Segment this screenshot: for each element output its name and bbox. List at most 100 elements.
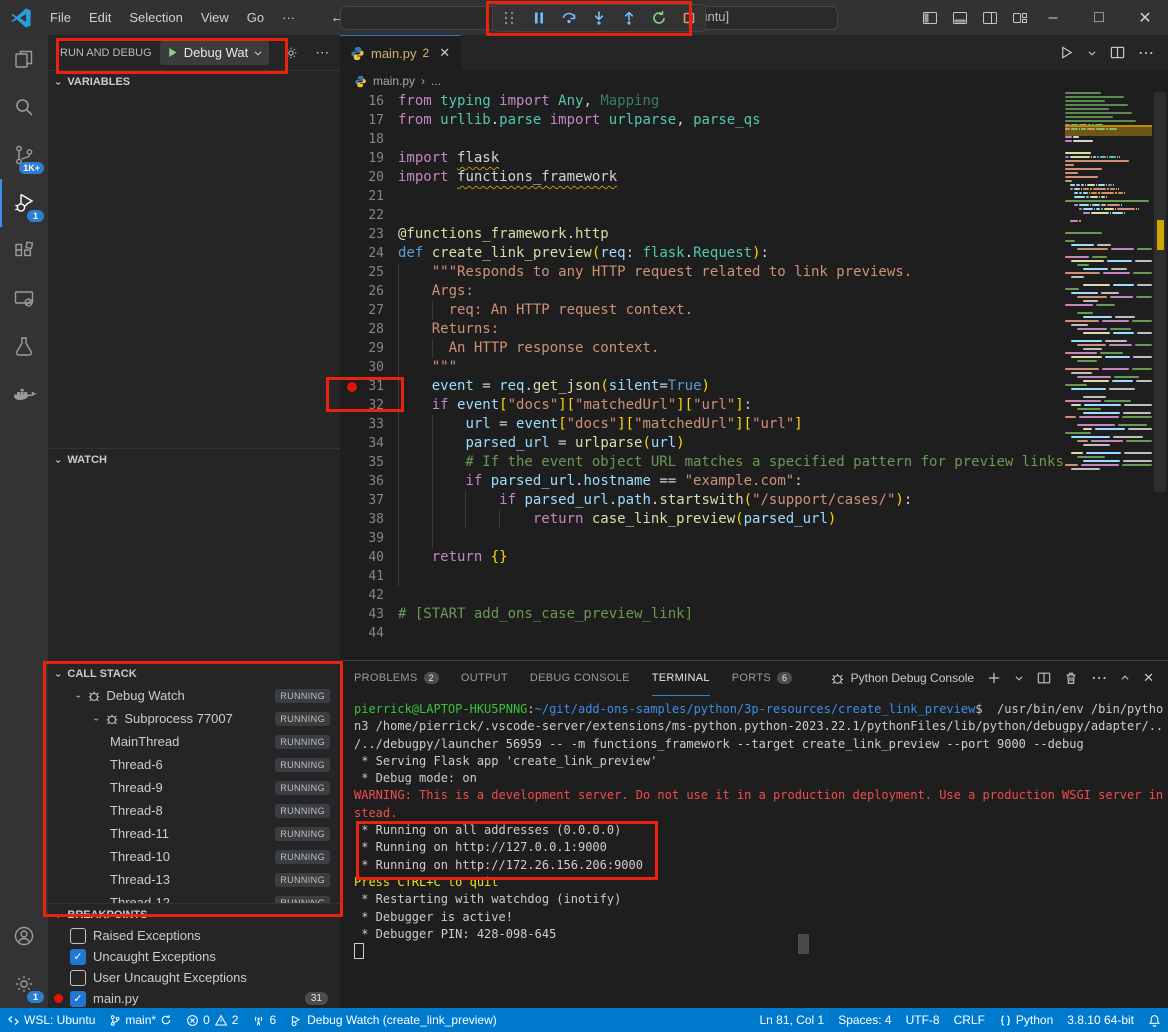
code-area[interactable]: 16from typing import Any, Mapping17from … xyxy=(340,92,1065,643)
gutter[interactable]: 44 xyxy=(340,624,398,643)
code-line[interactable]: 36 if parsed_url.hostname == "example.co… xyxy=(340,472,1065,491)
breadcrumb-file[interactable]: main.py xyxy=(373,74,415,88)
toggle-secondary-sidebar-icon[interactable] xyxy=(982,10,998,26)
code-line[interactable]: 31 event = req.get_json(silent=True) xyxy=(340,377,1065,396)
code-line[interactable]: 19import flask xyxy=(340,149,1065,168)
gutter[interactable]: 29 xyxy=(340,339,398,358)
callstack-row[interactable]: Thread-10RUNNING xyxy=(48,845,340,868)
code-line[interactable]: 42 xyxy=(340,586,1065,605)
new-terminal-icon[interactable] xyxy=(987,671,1001,685)
gutter[interactable]: 43 xyxy=(340,605,398,624)
code-line[interactable]: 16from typing import Any, Mapping xyxy=(340,92,1065,111)
sidebar-item-source-control[interactable]: 1K+ xyxy=(0,131,48,179)
callstack-row[interactable]: MainThreadRUNNING xyxy=(48,730,340,753)
code-line[interactable]: 22 xyxy=(340,206,1065,225)
menu-view[interactable]: View xyxy=(192,6,238,30)
settings-gear-icon[interactable]: 1 xyxy=(0,960,48,1008)
code-line[interactable]: 39 xyxy=(340,529,1065,548)
menu-go[interactable]: Go xyxy=(238,6,273,30)
variables-section-header[interactable]: ⌄ VARIABLES xyxy=(48,70,340,93)
code-line[interactable]: 28 Returns: xyxy=(340,320,1065,339)
gutter[interactable]: 39 xyxy=(340,529,398,548)
debug-settings-gear-icon[interactable] xyxy=(283,45,299,61)
terminal-scrollbar-thumb[interactable] xyxy=(798,934,809,954)
sidebar-more-actions-icon[interactable]: ⋯ xyxy=(315,44,330,61)
breakpoint-row[interactable]: Raised Exceptions xyxy=(48,925,340,946)
sidebar-item-testing[interactable] xyxy=(0,323,48,371)
breakpoint-row[interactable]: ✓main.py31 xyxy=(48,988,340,1009)
terminal-output[interactable]: pierrick@LAPTOP-HKU5PNNG:~/git/add-ons-s… xyxy=(354,701,1160,962)
code-line[interactable]: 25 """Responds to any HTTP request relat… xyxy=(340,263,1065,282)
debug-config-dropdown[interactable]: Debug Wat xyxy=(160,41,270,65)
callstack-section-header[interactable]: ⌄ CALL STACK xyxy=(48,662,340,685)
panel-tab-debug-console[interactable]: DEBUG CONSOLE xyxy=(530,661,630,695)
gutter[interactable]: 38 xyxy=(340,510,398,529)
code-line[interactable]: 27 req: An HTTP request context. xyxy=(340,301,1065,320)
tab-main-py[interactable]: main.py 2 ✕ xyxy=(340,35,461,70)
restart-icon[interactable] xyxy=(651,10,667,26)
code-line[interactable]: 38 return case_link_preview(parsed_url) xyxy=(340,510,1065,529)
gutter[interactable]: 41 xyxy=(340,567,398,586)
kill-terminal-trash-icon[interactable] xyxy=(1064,671,1078,685)
debug-session-item[interactable]: Debug Watch (create_link_preview) xyxy=(283,1008,504,1032)
breakpoint-checkbox[interactable]: ✓ xyxy=(70,991,86,1007)
gutter[interactable]: 27 xyxy=(340,301,398,320)
code-line[interactable]: 41 xyxy=(340,567,1065,586)
step-over-icon[interactable] xyxy=(561,10,577,26)
menu-selection[interactable]: Selection xyxy=(120,6,191,30)
accounts-icon[interactable] xyxy=(0,912,48,960)
menu-edit[interactable]: Edit xyxy=(80,6,120,30)
ports-item[interactable]: 6 xyxy=(245,1008,283,1032)
split-terminal-icon[interactable] xyxy=(1037,671,1051,685)
callstack-row[interactable]: Thread-9RUNNING xyxy=(48,776,340,799)
panel-tab-problems[interactable]: PROBLEMS2 xyxy=(354,661,439,695)
code-line[interactable]: 44 xyxy=(340,624,1065,643)
problems-item[interactable]: 0 2 xyxy=(179,1008,245,1032)
code-line[interactable]: 34 parsed_url = urlparse(url) xyxy=(340,434,1065,453)
gutter[interactable]: 37 xyxy=(340,491,398,510)
tab-close-icon[interactable]: ✕ xyxy=(439,45,450,61)
breakpoint-dot[interactable] xyxy=(347,382,357,392)
code-line[interactable]: 37 if parsed_url.path.startswith("/suppo… xyxy=(340,491,1065,510)
encoding[interactable]: UTF-8 xyxy=(899,1008,947,1032)
gutter[interactable]: 35 xyxy=(340,453,398,472)
python-interpreter[interactable]: 3.8.10 64-bit xyxy=(1060,1008,1141,1032)
breakpoint-checkbox[interactable]: ✓ xyxy=(70,949,86,965)
watch-section-header[interactable]: ⌄ WATCH xyxy=(48,448,340,471)
menu-file[interactable]: File xyxy=(41,6,80,30)
code-line[interactable]: 21 xyxy=(340,187,1065,206)
code-line[interactable]: 18 xyxy=(340,130,1065,149)
toggle-sidebar-icon[interactable] xyxy=(922,10,938,26)
breadcrumb-tail[interactable]: ... xyxy=(431,74,441,88)
sidebar-item-remote-explorer[interactable] xyxy=(0,275,48,323)
code-line[interactable]: 24def create_link_preview(req: flask.Req… xyxy=(340,244,1065,263)
cursor-position[interactable]: Ln 81, Col 1 xyxy=(752,1008,831,1032)
terminal-instance-label[interactable]: Python Debug Console xyxy=(830,671,974,686)
eol[interactable]: CRLF xyxy=(947,1008,992,1032)
toolbar-grip-icon[interactable] xyxy=(501,10,517,26)
gutter[interactable]: 31 xyxy=(340,377,398,396)
terminal-dropdown-chevron-icon[interactable] xyxy=(1014,673,1024,683)
gutter[interactable]: 33 xyxy=(340,415,398,434)
editor-more-actions-icon[interactable]: ⋯ xyxy=(1138,43,1154,63)
code-line[interactable]: 29 An HTTP response context. xyxy=(340,339,1065,358)
code-line[interactable]: 43# [START add_ons_case_preview_link] xyxy=(340,605,1065,624)
maximize-panel-chevron-icon[interactable] xyxy=(1120,673,1130,683)
remote-indicator[interactable]: WSL: Ubuntu xyxy=(0,1008,102,1032)
gutter[interactable]: 25 xyxy=(340,263,398,282)
breakpoints-section-header[interactable]: ⌄ BREAKPOINTS xyxy=(48,903,340,926)
sidebar-item-run-debug[interactable]: 1 xyxy=(0,179,48,227)
stop-icon[interactable] xyxy=(681,10,697,26)
sidebar-item-docker[interactable] xyxy=(0,371,48,419)
code-line[interactable]: 26 Args: xyxy=(340,282,1065,301)
gutter[interactable]: 19 xyxy=(340,149,398,168)
code-line[interactable]: 33 url = event["docs"]["matchedUrl"]["ur… xyxy=(340,415,1065,434)
step-into-icon[interactable] xyxy=(591,10,607,26)
customize-layout-icon[interactable] xyxy=(1012,10,1028,26)
code-line[interactable]: 30 """ xyxy=(340,358,1065,377)
notifications-bell-icon[interactable] xyxy=(1141,1008,1168,1032)
gutter[interactable]: 20 xyxy=(340,168,398,187)
gutter[interactable]: 23 xyxy=(340,225,398,244)
gutter[interactable]: 18 xyxy=(340,130,398,149)
run-dropdown-chevron-icon[interactable] xyxy=(1087,48,1097,58)
